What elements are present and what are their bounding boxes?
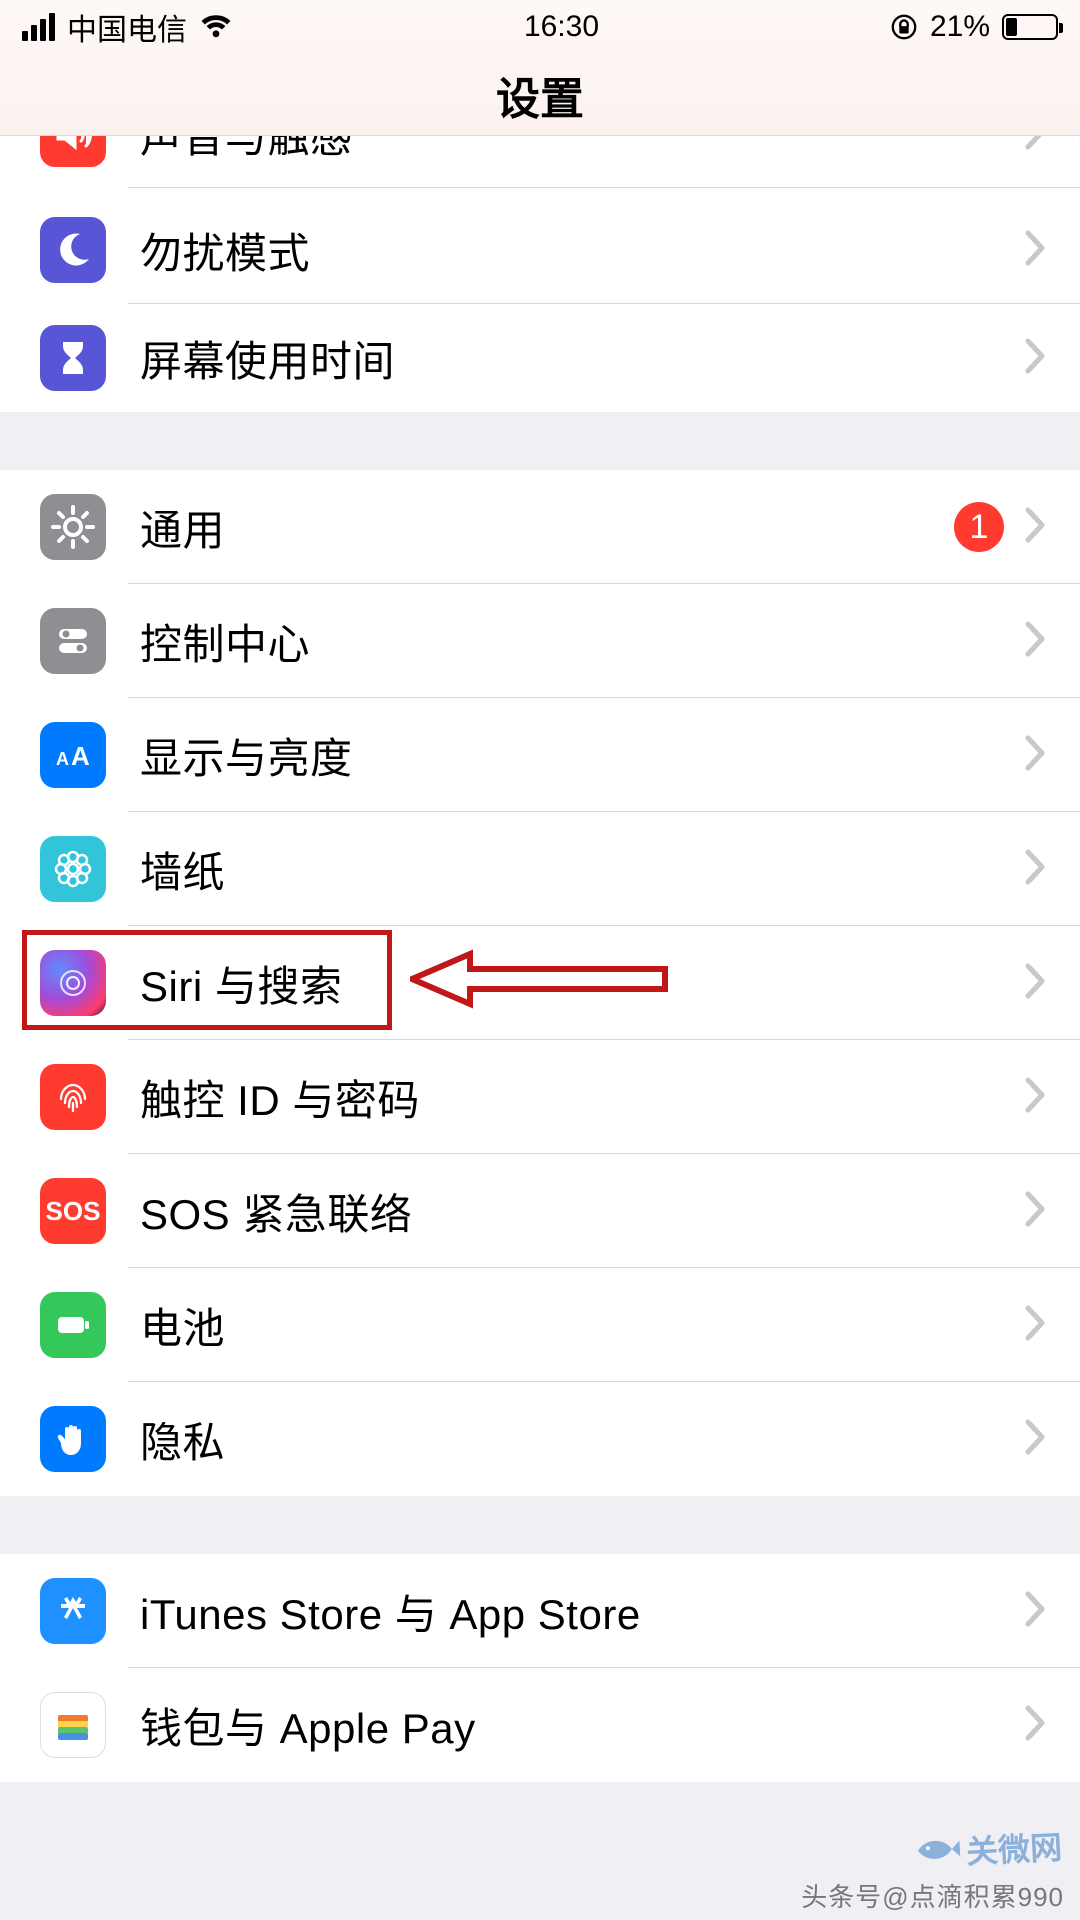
- row-wallet-label: 钱包与 Apple Pay: [140, 1695, 1024, 1756]
- chevron-right-icon: [1024, 620, 1048, 663]
- group-2: 通用 1 控制中心 AA: [0, 470, 1080, 1496]
- row-control-center-label: 控制中心: [140, 611, 1024, 672]
- row-general[interactable]: 通用 1: [0, 470, 1080, 584]
- appstore-icon: [40, 1578, 106, 1644]
- chevron-right-icon: [1024, 136, 1048, 156]
- chevron-right-icon: [1024, 848, 1048, 891]
- chevron-right-icon: [1024, 734, 1048, 777]
- toggles-icon: [40, 608, 106, 674]
- chevron-right-icon: [1024, 506, 1048, 549]
- settings-list[interactable]: 声音与触感 勿扰模式: [0, 136, 1080, 1782]
- moon-icon: [40, 217, 106, 283]
- sounds-icon: [40, 136, 106, 167]
- row-screentime[interactable]: 屏幕使用时间: [0, 304, 1080, 412]
- hourglass-icon: [40, 325, 106, 391]
- page-title: 设置: [0, 54, 1080, 136]
- battery-icon: [1002, 14, 1058, 40]
- chevron-right-icon: [1024, 337, 1048, 380]
- row-control-center[interactable]: 控制中心: [0, 584, 1080, 698]
- row-general-label: 通用: [140, 497, 954, 558]
- watermark-logo: 关微网: [915, 1822, 1063, 1876]
- page-title-text: 设置: [496, 63, 584, 127]
- row-dnd[interactable]: 勿扰模式: [0, 196, 1080, 304]
- row-sos[interactable]: SOS SOS 紧急联络: [0, 1154, 1080, 1268]
- gear-icon: [40, 494, 106, 560]
- row-store[interactable]: iTunes Store 与 App Store: [0, 1554, 1080, 1668]
- row-wallet[interactable]: 钱包与 Apple Pay: [0, 1668, 1080, 1782]
- chevron-right-icon: [1024, 1704, 1048, 1747]
- row-privacy[interactable]: 隐私: [0, 1382, 1080, 1496]
- chevron-right-icon: [1024, 1076, 1048, 1119]
- watermark-credit: 头条号@点滴积累990: [801, 1877, 1064, 1914]
- fingerprint-icon: [40, 1064, 106, 1130]
- row-display[interactable]: AA 显示与亮度: [0, 698, 1080, 812]
- fish-icon: [915, 1834, 961, 1874]
- row-sounds-label: 声音与触感: [140, 136, 1024, 165]
- row-touchid[interactable]: 触控 ID 与密码: [0, 1040, 1080, 1154]
- row-sos-label: SOS 紧急联络: [140, 1181, 1024, 1242]
- row-touchid-label: 触控 ID 与密码: [140, 1067, 1024, 1128]
- watermark-text-1: 关微网: [965, 1829, 1063, 1870]
- siri-icon: [40, 950, 106, 1016]
- row-siri-label: Siri 与搜索: [140, 953, 1024, 1014]
- sos-icon: SOS: [40, 1178, 106, 1244]
- chevron-right-icon: [1024, 962, 1048, 1005]
- svg-text:A: A: [56, 749, 69, 769]
- chevron-right-icon: [1024, 1304, 1048, 1347]
- badge-count: 1: [954, 502, 1004, 552]
- chevron-right-icon: [1024, 229, 1048, 272]
- status-time: 16:30: [524, 10, 599, 44]
- chevron-right-icon: [1024, 1190, 1048, 1233]
- text-size-icon: AA: [40, 722, 106, 788]
- carrier-label: 中国电信: [67, 5, 187, 49]
- hand-icon: [40, 1406, 106, 1472]
- battery-setting-icon: [40, 1292, 106, 1358]
- row-dnd-label: 勿扰模式: [140, 220, 1024, 281]
- status-left: 中国电信: [22, 5, 233, 49]
- row-screentime-label: 屏幕使用时间: [140, 328, 1024, 389]
- flower-icon: [40, 836, 106, 902]
- svg-text:A: A: [71, 741, 90, 771]
- row-battery-label: 电池: [140, 1295, 1024, 1356]
- row-wallpaper[interactable]: 墙纸: [0, 812, 1080, 926]
- wifi-icon: [199, 10, 233, 44]
- row-sounds[interactable]: 声音与触感: [0, 136, 1080, 188]
- signal-icon: [22, 13, 55, 41]
- row-siri[interactable]: Siri 与搜索: [0, 926, 1080, 1040]
- group-1: 声音与触感 勿扰模式: [0, 136, 1080, 412]
- battery-pct: 21%: [930, 10, 990, 44]
- row-display-label: 显示与亮度: [140, 725, 1024, 786]
- group-3: iTunes Store 与 App Store 钱包与 Apple Pay: [0, 1554, 1080, 1782]
- row-battery[interactable]: 电池: [0, 1268, 1080, 1382]
- chevron-right-icon: [1024, 1590, 1048, 1633]
- row-store-label: iTunes Store 与 App Store: [140, 1581, 1024, 1642]
- row-privacy-label: 隐私: [140, 1409, 1024, 1470]
- chevron-right-icon: [1024, 1418, 1048, 1461]
- wallet-icon: [40, 1692, 106, 1758]
- row-wallpaper-label: 墙纸: [140, 839, 1024, 900]
- status-right: 21%: [890, 10, 1058, 44]
- rotation-lock-icon: [890, 13, 918, 41]
- status-bar: 中国电信 16:30 21%: [0, 0, 1080, 54]
